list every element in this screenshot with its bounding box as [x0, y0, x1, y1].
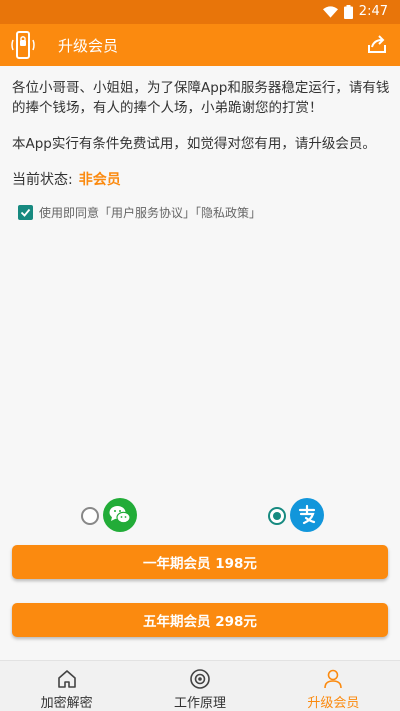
agreement-row[interactable]: 使用即同意「用户服务协议」「隐私政策」: [18, 204, 261, 221]
status-bar: 2:47: [0, 0, 400, 24]
agreement-text[interactable]: 使用即同意「用户服务协议」「隐私政策」: [39, 204, 261, 221]
wechat-icon[interactable]: [103, 498, 137, 532]
payment-options: [0, 498, 400, 534]
nav-item-principle[interactable]: 工作原理: [133, 661, 266, 711]
status-value: 非会员: [78, 172, 121, 188]
five-year-button[interactable]: 五年期会员 298元: [12, 603, 388, 637]
bottom-nav: 加密解密 工作原理 升级会员: [0, 660, 400, 711]
user-icon: [324, 669, 343, 689]
trial-paragraph: 本App实行有条件免费试用，如觉得对您有用，请升级会员。: [12, 136, 376, 152]
nav-item-upgrade[interactable]: 升级会员: [267, 661, 400, 711]
intro-paragraph: 各位小哥哥、小姐姐，为了保障App和服务器稳定运行，请有钱的捧个钱场，有人的捧个…: [12, 80, 390, 116]
one-year-button[interactable]: 一年期会员 198元: [12, 545, 388, 579]
check-icon: [20, 208, 31, 217]
nav-item-encrypt[interactable]: 加密解密: [0, 661, 133, 711]
status-time: 2:47: [358, 4, 388, 19]
alipay-icon[interactable]: [290, 498, 324, 532]
agreement-checkbox[interactable]: [18, 205, 33, 220]
status-icons: 2:47: [322, 4, 388, 19]
status-label: 当前状态:: [12, 172, 73, 188]
nav-label-principle: 工作原理: [173, 696, 226, 711]
battery-icon: [343, 4, 353, 19]
alipay-radio[interactable]: [268, 507, 286, 525]
gear-icon: [190, 669, 210, 689]
nav-label-encrypt: 加密解密: [40, 696, 93, 711]
page-title: 升级会员: [58, 37, 119, 55]
phone-lock-icon: [11, 31, 35, 59]
content-area: 各位小哥哥、小姐姐，为了保障App和服务器稳定运行，请有钱的捧个钱场，有人的捧个…: [12, 78, 390, 190]
share-icon[interactable]: [366, 33, 388, 55]
app-bar: 升级会员: [0, 24, 400, 66]
wechat-radio[interactable]: [81, 507, 99, 525]
nav-label-upgrade: 升级会员: [307, 696, 360, 711]
membership-status: 当前状态: 非会员: [12, 170, 390, 190]
wifi-icon: [322, 5, 338, 18]
home-icon: [57, 670, 76, 688]
